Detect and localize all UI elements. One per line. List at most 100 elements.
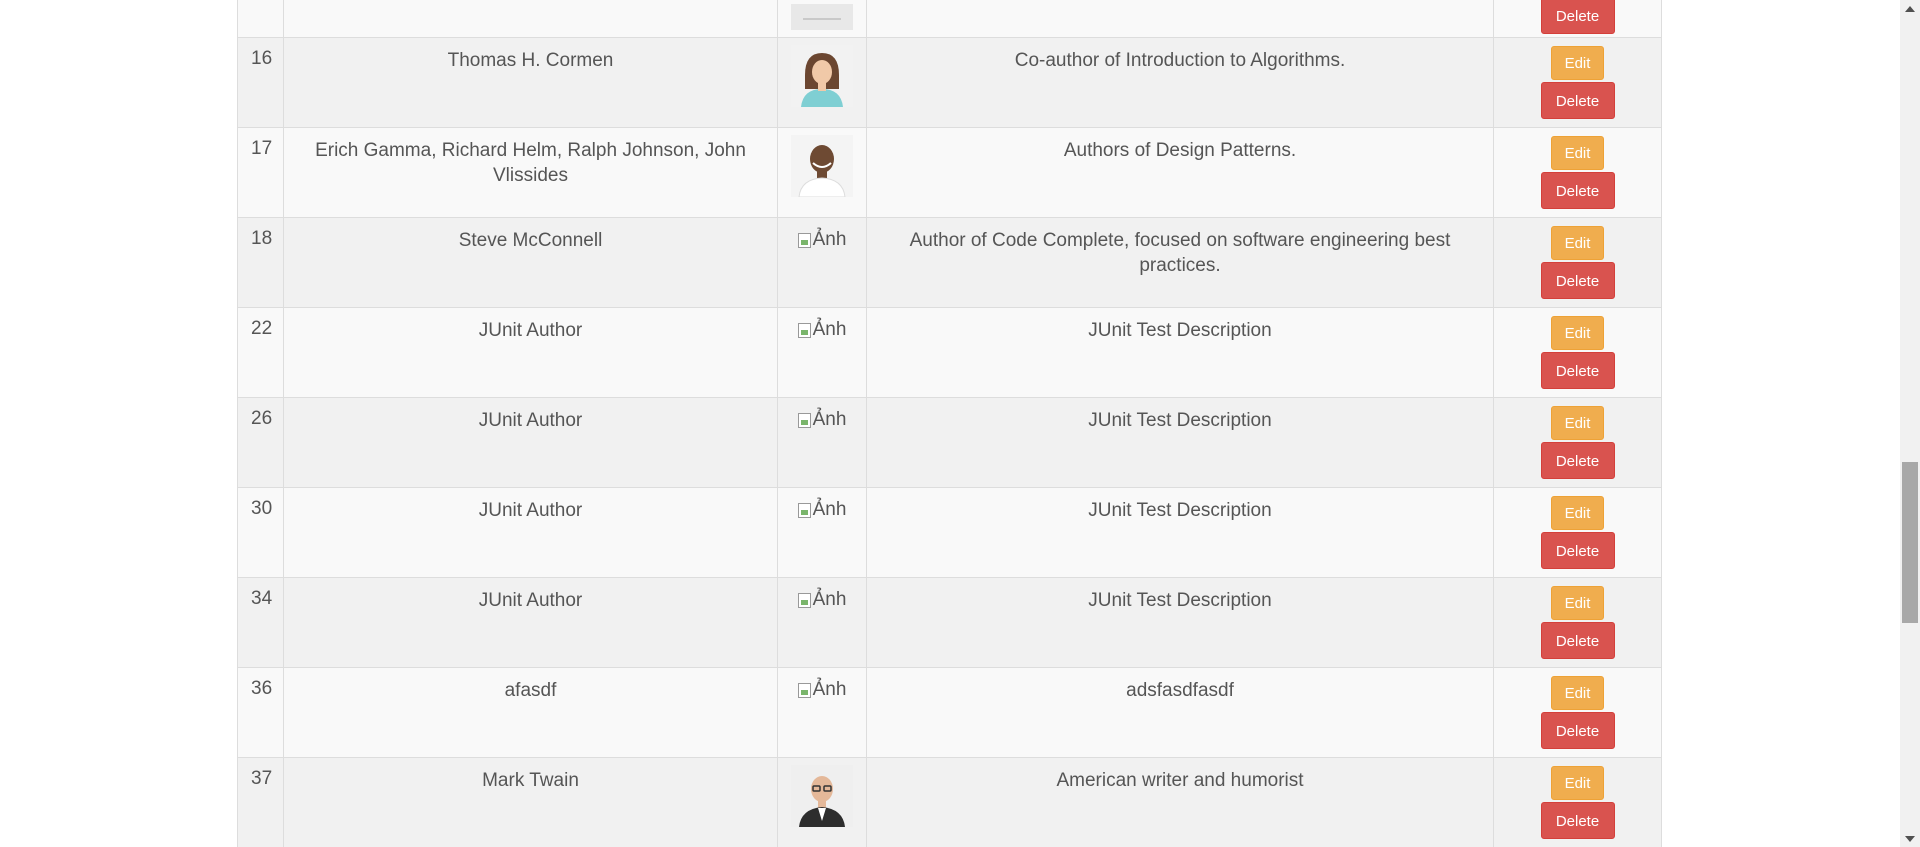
scrollbar-thumb[interactable] bbox=[1902, 462, 1918, 623]
author-name-cell: afasdf bbox=[283, 667, 778, 758]
image-alt-text: Ảnh bbox=[812, 499, 847, 520]
scroll-down-arrow-icon[interactable] bbox=[1900, 830, 1920, 847]
author-description-cell: adsfasdfasdf bbox=[866, 667, 1494, 758]
edit-button[interactable]: Edit bbox=[1551, 766, 1604, 800]
actions-cell: Edit Delete bbox=[1493, 37, 1662, 128]
delete-button[interactable]: Delete bbox=[1540, 0, 1615, 34]
author-id-cell: 34 bbox=[237, 577, 284, 668]
author-image-cell bbox=[777, 0, 867, 38]
vertical-scrollbar[interactable] bbox=[1900, 0, 1920, 847]
author-avatar bbox=[791, 45, 853, 107]
table-row: 16 Thomas H. Cormen Co-author of Introduct… bbox=[237, 37, 1662, 128]
broken-image: Ảnh bbox=[797, 409, 847, 431]
delete-button[interactable]: Delete bbox=[1540, 802, 1615, 839]
author-image-cell bbox=[777, 127, 867, 218]
actions-cell: Edit Delete bbox=[1493, 577, 1662, 668]
scroll-up-arrow-icon[interactable] bbox=[1900, 0, 1920, 17]
image-alt-text: Ảnh bbox=[812, 409, 847, 430]
author-description-cell: American writer and humorist bbox=[866, 757, 1494, 847]
author-image-cell: Ảnh bbox=[777, 667, 867, 758]
author-image-cell: Ảnh bbox=[777, 487, 867, 578]
broken-image-icon bbox=[797, 592, 811, 608]
author-name-cell bbox=[283, 0, 778, 38]
delete-button[interactable]: Delete bbox=[1540, 442, 1615, 479]
edit-button[interactable]: Edit bbox=[1551, 676, 1604, 710]
author-name-cell: Mark Twain bbox=[283, 757, 778, 847]
table-row: Delete bbox=[237, 0, 1662, 38]
author-id-cell: 26 bbox=[237, 397, 284, 488]
author-image-cell bbox=[777, 37, 867, 128]
authors-table: Delete 16 Thomas H. Cormen Co-author of Int… bbox=[237, 0, 1662, 847]
author-id-cell: 30 bbox=[237, 487, 284, 578]
author-avatar bbox=[791, 4, 853, 30]
actions-cell: Edit Delete bbox=[1493, 217, 1662, 308]
edit-button[interactable]: Edit bbox=[1551, 136, 1604, 170]
table-row: 26 JUnit Author Ảnh JUnit Test Description E… bbox=[237, 397, 1662, 488]
actions-cell: Edit Delete bbox=[1493, 127, 1662, 218]
edit-button[interactable]: Edit bbox=[1551, 586, 1604, 620]
author-id-cell: 37 bbox=[237, 757, 284, 847]
broken-image-icon bbox=[797, 232, 811, 248]
edit-button[interactable]: Edit bbox=[1551, 46, 1604, 80]
author-id-cell: 17 bbox=[237, 127, 284, 218]
broken-image-icon bbox=[797, 682, 811, 698]
image-alt-text: Ảnh bbox=[812, 589, 847, 610]
table-row: 17 Erich Gamma, Richard Helm, Ralph Johns… bbox=[237, 127, 1662, 218]
image-alt-text: Ảnh bbox=[812, 229, 847, 250]
author-image-cell bbox=[777, 757, 867, 847]
author-description-cell: JUnit Test Description bbox=[866, 397, 1494, 488]
table-row: 34 JUnit Author Ảnh JUnit Test Description E… bbox=[237, 577, 1662, 668]
delete-button[interactable]: Delete bbox=[1540, 172, 1615, 209]
table-row: 30 JUnit Author Ảnh JUnit Test Description E… bbox=[237, 487, 1662, 578]
edit-button[interactable]: Edit bbox=[1551, 496, 1604, 530]
broken-image: Ảnh bbox=[797, 589, 847, 611]
delete-button[interactable]: Delete bbox=[1540, 352, 1615, 389]
author-name-cell: JUnit Author bbox=[283, 577, 778, 668]
author-description-cell bbox=[866, 0, 1494, 38]
author-image-cell: Ảnh bbox=[777, 397, 867, 488]
page: Delete 16 Thomas H. Cormen Co-author of Int… bbox=[0, 0, 1920, 847]
author-id-cell: 36 bbox=[237, 667, 284, 758]
author-description-cell: Author of Code Complete, focused on soft… bbox=[866, 217, 1494, 308]
author-avatar bbox=[791, 765, 853, 827]
broken-image: Ảnh bbox=[797, 499, 847, 521]
table-row: 36 afasdf Ảnh adsfasdfasdf Edit Delete bbox=[237, 667, 1662, 758]
author-name-cell: Erich Gamma, Richard Helm, Ralph Johnson… bbox=[283, 127, 778, 218]
author-description-cell: Co-author of Introduction to Algorithms. bbox=[866, 37, 1494, 128]
author-name-cell: JUnit Author bbox=[283, 307, 778, 398]
edit-button[interactable]: Edit bbox=[1551, 316, 1604, 350]
authors-table-container: Delete 16 Thomas H. Cormen Co-author of Int… bbox=[237, 0, 1662, 847]
actions-cell: Edit Delete bbox=[1493, 487, 1662, 578]
edit-button[interactable]: Edit bbox=[1551, 226, 1604, 260]
image-alt-text: Ảnh bbox=[812, 319, 847, 340]
author-id-cell: 16 bbox=[237, 37, 284, 128]
author-id-cell: 18 bbox=[237, 217, 284, 308]
author-description-cell: JUnit Test Description bbox=[866, 577, 1494, 668]
actions-cell: Edit Delete bbox=[1493, 307, 1662, 398]
author-image-cell: Ảnh bbox=[777, 307, 867, 398]
table-row: 22 JUnit Author Ảnh JUnit Test Description E… bbox=[237, 307, 1662, 398]
actions-cell: Edit Delete bbox=[1493, 397, 1662, 488]
author-name-cell: Thomas H. Cormen bbox=[283, 37, 778, 128]
author-name-cell: JUnit Author bbox=[283, 487, 778, 578]
broken-image-icon bbox=[797, 322, 811, 338]
delete-button[interactable]: Delete bbox=[1540, 262, 1615, 299]
author-description-cell: Authors of Design Patterns. bbox=[866, 127, 1494, 218]
table-row: 37 Mark Twain American writer and humorist… bbox=[237, 757, 1662, 847]
author-avatar bbox=[791, 135, 853, 197]
actions-cell: Edit Delete bbox=[1493, 757, 1662, 847]
delete-button[interactable]: Delete bbox=[1540, 712, 1615, 749]
broken-image: Ảnh bbox=[797, 229, 847, 251]
authors-table-body: Delete 16 Thomas H. Cormen Co-author of Int… bbox=[237, 0, 1662, 847]
delete-button[interactable]: Delete bbox=[1540, 82, 1615, 119]
broken-image: Ảnh bbox=[797, 319, 847, 341]
delete-button[interactable]: Delete bbox=[1540, 622, 1615, 659]
author-image-cell: Ảnh bbox=[777, 217, 867, 308]
delete-button[interactable]: Delete bbox=[1540, 532, 1615, 569]
actions-cell: Edit Delete bbox=[1493, 667, 1662, 758]
author-name-cell: JUnit Author bbox=[283, 397, 778, 488]
table-row: 18 Steve McConnell Ảnh Author of Code Compl… bbox=[237, 217, 1662, 308]
edit-button[interactable]: Edit bbox=[1551, 406, 1604, 440]
author-description-cell: JUnit Test Description bbox=[866, 487, 1494, 578]
author-name-cell: Steve McConnell bbox=[283, 217, 778, 308]
